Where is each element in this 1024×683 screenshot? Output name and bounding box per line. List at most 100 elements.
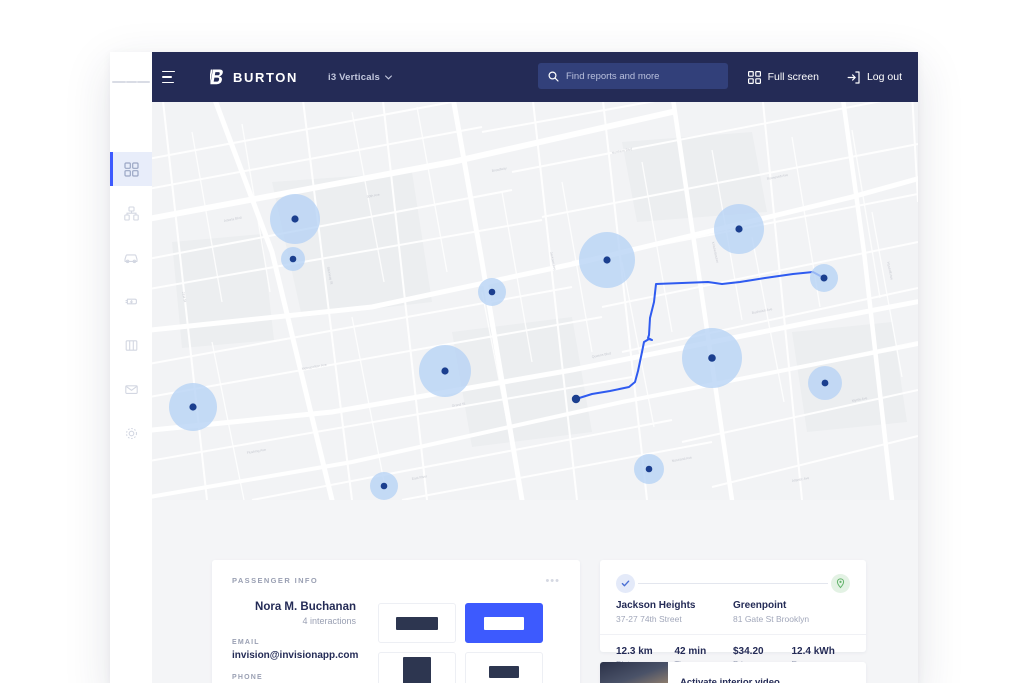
- thumbnail-wide-selected[interactable]: [465, 603, 543, 643]
- app-root: BURTON i3 Verticals Find reports and mor…: [0, 0, 1024, 683]
- passenger-details: Nora M. Buchanan 4 interactions EMAIL in…: [232, 601, 370, 683]
- stat-value: $34.20: [733, 646, 764, 657]
- car-interior-thumbnail: [600, 662, 668, 683]
- map-marker[interactable]: [579, 232, 635, 288]
- sidebar-item-reports[interactable]: [110, 328, 152, 362]
- passenger-info-card: PASSENGER INFO ••• Nora M. Buchanan 4 in…: [212, 560, 580, 683]
- map-marker[interactable]: [281, 247, 305, 271]
- trip-places: Jackson Heights 37-27 74th Street Greenp…: [616, 600, 850, 624]
- interior-video-card[interactable]: Activate interior video: [600, 662, 866, 683]
- sidebar-item-messages[interactable]: [110, 372, 152, 406]
- thumb-placeholder: [489, 666, 519, 678]
- map-marker[interactable]: [370, 472, 398, 500]
- trip-progress-line: [638, 583, 828, 584]
- destination-name: Greenpoint: [733, 600, 787, 611]
- burton-b-logo-icon: [208, 68, 227, 87]
- search-box[interactable]: [538, 63, 728, 89]
- sidebar-hamburger-icon[interactable]: [110, 70, 152, 94]
- thumbnail-wide[interactable]: [378, 603, 456, 643]
- hamburger-line: [137, 81, 150, 83]
- thumb-placeholder: [403, 657, 431, 683]
- logout-icon: [847, 70, 860, 84]
- passenger-interactions: 4 interactions: [302, 616, 356, 626]
- trip-destination: Greenpoint 81 Gate St Brooklyn: [733, 600, 850, 624]
- logout-label: Log out: [866, 71, 902, 83]
- grid-dashboard-icon: [123, 161, 139, 177]
- charge-plug-icon: [125, 298, 137, 304]
- logout-button[interactable]: Log out: [847, 70, 902, 84]
- map-canvas: Astoria Blvd 30th Ave Broadway Northern …: [152, 102, 918, 500]
- sidebar-item-settings[interactable]: [110, 416, 152, 450]
- map-marker[interactable]: [634, 454, 664, 484]
- map-marker[interactable]: [270, 194, 320, 244]
- map-marker[interactable]: [714, 204, 764, 254]
- field-value: invision@invisionapp.com: [232, 650, 359, 661]
- check-circle-icon: [616, 574, 635, 593]
- sidebar: [110, 52, 152, 683]
- hamburger-line: [162, 70, 175, 73]
- more-horizontal-icon[interactable]: •••: [545, 575, 560, 586]
- search-icon: [548, 70, 559, 82]
- fullscreen-button[interactable]: Full screen: [747, 70, 819, 84]
- origin-name: Jackson Heights: [616, 600, 696, 611]
- hamburger-line: [162, 76, 172, 78]
- thumbnail-small[interactable]: [465, 652, 543, 683]
- map-marker[interactable]: [478, 278, 506, 306]
- content-area: PASSENGER INFO ••• Nora M. Buchanan 4 in…: [152, 500, 918, 683]
- sidebar-nav: [110, 152, 152, 460]
- passenger-card-title: PASSENGER INFO: [232, 576, 319, 585]
- passenger-card-header: PASSENGER INFO •••: [232, 575, 560, 586]
- hamburger-line: [112, 81, 126, 83]
- passenger-thumbnails: [378, 603, 543, 683]
- thumb-placeholder: [396, 616, 438, 630]
- field-label: EMAIL: [232, 639, 260, 646]
- map-marker[interactable]: [810, 264, 838, 292]
- thumbnail-square[interactable]: [378, 652, 456, 683]
- org-chart-icon: [123, 205, 139, 221]
- fullscreen-label: Full screen: [767, 71, 819, 83]
- interior-video-label: Activate interior video: [680, 676, 780, 683]
- sidebar-item-dashboard[interactable]: [110, 152, 152, 186]
- map-marker[interactable]: [169, 383, 217, 431]
- trip-progress-track: [616, 574, 850, 593]
- hamburger-line: [162, 81, 174, 84]
- field-label: PHONE: [232, 674, 263, 681]
- destination-address: 81 Gate St Brooklyn: [733, 614, 810, 624]
- chevron-down-icon: [385, 74, 392, 80]
- passenger-field-email: EMAIL invision@invisionapp.com: [232, 639, 359, 661]
- hamburger-line: [126, 81, 137, 83]
- map-marker[interactable]: [419, 345, 471, 397]
- thumb-placeholder: [484, 616, 524, 630]
- map-marker[interactable]: [682, 328, 742, 388]
- stat-value: 42 min: [674, 646, 707, 657]
- passenger-field-phone: PHONE +144-3412-4422: [232, 674, 356, 683]
- map-view[interactable]: Astoria Blvd 30th Ave Broadway Northern …: [152, 102, 918, 500]
- sidebar-item-fleet[interactable]: [110, 196, 152, 230]
- map-marker[interactable]: [808, 366, 842, 400]
- car-icon: [124, 253, 138, 263]
- trip-route-section: Jackson Heights 37-27 74th Street Greenp…: [600, 560, 866, 634]
- header-hamburger-icon[interactable]: [162, 69, 196, 86]
- top-header-bar: BURTON i3 Verticals Find reports and mor…: [152, 52, 918, 102]
- vertical-label: i3 Verticals: [327, 71, 381, 83]
- trip-origin: Jackson Heights 37-27 74th Street: [616, 600, 733, 624]
- vertical-selector[interactable]: i3 Verticals: [328, 72, 392, 83]
- trip-summary-card: Jackson Heights 37-27 74th Street Greenp…: [600, 560, 866, 669]
- gear-icon: [125, 427, 137, 439]
- dashboard-window: BURTON i3 Verticals Find reports and mor…: [110, 52, 918, 683]
- stat-value: 12.3 km: [616, 646, 653, 657]
- brand-logo[interactable]: BURTON: [208, 68, 298, 87]
- brand-name: BURTON: [233, 69, 298, 85]
- search-input[interactable]: [566, 70, 716, 82]
- grid-fullscreen-icon: [747, 70, 761, 84]
- route-endpoint[interactable]: [571, 394, 581, 404]
- passenger-card-body: Nora M. Buchanan 4 interactions EMAIL in…: [232, 601, 560, 683]
- sidebar-item-vehicles[interactable]: [110, 240, 152, 274]
- origin-address: 37-27 74th Street: [616, 614, 682, 624]
- stat-value: 12.4 kWh: [791, 646, 835, 657]
- mail-icon: [124, 384, 138, 394]
- map-pin-icon: [831, 574, 850, 593]
- book-icon: [125, 339, 137, 351]
- passenger-name: Nora M. Buchanan: [255, 601, 356, 613]
- sidebar-item-charging[interactable]: [110, 284, 152, 318]
